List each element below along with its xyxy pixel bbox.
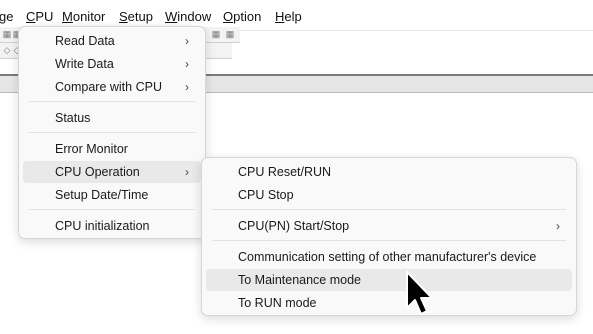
- menu-separator: [29, 132, 195, 133]
- menu-option-rest: ption: [233, 9, 262, 24]
- menu-monitor-mnemonic: M: [62, 9, 73, 24]
- menu-item-label: Communication setting of other manufactu…: [238, 250, 537, 264]
- toolbar-icon[interactable]: ◇: [2, 45, 12, 55]
- chevron-right-icon: ›: [185, 165, 189, 179]
- menu-item-cpu-reset-run[interactable]: CPU Reset/RUN: [206, 161, 572, 183]
- menu-window[interactable]: Window: [165, 9, 211, 24]
- menu-setup-rest: etup: [127, 9, 153, 24]
- mouse-cursor-icon: [406, 271, 433, 315]
- menu-item-label: Setup Date/Time: [55, 188, 149, 202]
- menu-cpu-rest: PU: [35, 9, 54, 24]
- menu-window-rest: indow: [177, 9, 212, 24]
- menu-item-cpu-operation[interactable]: CPU Operation ›: [23, 161, 201, 183]
- menu-item-write-data[interactable]: Write Data ›: [23, 53, 201, 75]
- menu-item-cpu-initialization[interactable]: CPU initialization: [23, 215, 201, 237]
- toolbar-icon[interactable]: ▦: [225, 29, 235, 39]
- menu-item-error-monitor[interactable]: Error Monitor: [23, 138, 201, 160]
- menu-separator: [212, 240, 566, 241]
- menu-item-label: To RUN mode: [238, 296, 317, 310]
- chevron-right-icon: ›: [185, 80, 189, 94]
- menu-item-label: Read Data: [55, 34, 115, 48]
- menu-item-compare-with-cpu[interactable]: Compare with CPU ›: [23, 76, 201, 98]
- menu-item-label: CPU Operation: [55, 165, 140, 179]
- menu-option-mnemonic: O: [223, 9, 234, 24]
- menu-help[interactable]: Help: [275, 9, 302, 24]
- menu-item-label: CPU Stop: [238, 188, 294, 202]
- chevron-right-icon: ›: [185, 57, 189, 71]
- menu-monitor[interactable]: Monitor: [62, 9, 105, 24]
- menu-window-mnemonic: W: [165, 9, 178, 24]
- menu-item-to-maintenance-mode[interactable]: To Maintenance mode: [206, 269, 572, 291]
- menu-item-setup-date-time[interactable]: Setup Date/Time: [23, 184, 201, 206]
- menu-monitor-rest: onitor: [72, 9, 106, 24]
- menu-item-label: To Maintenance mode: [238, 273, 361, 287]
- cpu-menu: Read Data › Write Data › Compare with CP…: [18, 26, 206, 239]
- menu-item-label: CPU(PN) Start/Stop: [238, 219, 350, 233]
- menu-separator: [212, 209, 566, 210]
- cpu-operation-submenu: CPU Reset/RUN CPU Stop CPU(PN) Start/Sto…: [201, 157, 577, 316]
- menu-cpu[interactable]: CPU: [26, 9, 53, 24]
- menu-item-label: Compare with CPU: [55, 80, 162, 94]
- menu-setup[interactable]: Setup: [119, 9, 153, 24]
- chevron-right-icon: ›: [556, 219, 560, 233]
- menu-setup-mnemonic: S: [119, 9, 128, 24]
- menu-item-label: CPU initialization: [55, 219, 150, 233]
- menu-option[interactable]: Option: [223, 9, 261, 24]
- chevron-right-icon: ›: [185, 34, 189, 48]
- menu-separator: [29, 209, 195, 210]
- menu-cpu-mnemonic: C: [26, 9, 36, 24]
- menu-item-cpu-stop[interactable]: CPU Stop: [206, 184, 572, 206]
- menu-partial-label: ge: [0, 9, 14, 24]
- menu-item-label: Status: [55, 111, 91, 125]
- menu-item-to-run-mode[interactable]: To RUN mode: [206, 292, 572, 314]
- menu-partial-item[interactable]: ge: [0, 9, 13, 24]
- menu-item-read-data[interactable]: Read Data ›: [23, 30, 201, 52]
- menu-separator: [29, 101, 195, 102]
- menu-item-status[interactable]: Status: [23, 107, 201, 129]
- menu-item-communication-setting[interactable]: Communication setting of other manufactu…: [206, 246, 572, 268]
- menu-help-rest: elp: [284, 9, 302, 24]
- menu-item-label: CPU Reset/RUN: [238, 165, 332, 179]
- menu-item-label: Error Monitor: [55, 142, 128, 156]
- menu-help-mnemonic: H: [275, 9, 285, 24]
- menu-item-label: Write Data: [55, 57, 114, 71]
- menu-item-cpu-pn-start-stop[interactable]: CPU(PN) Start/Stop ›: [206, 215, 572, 237]
- toolbar-icon[interactable]: ▦: [2, 29, 12, 39]
- toolbar-icon[interactable]: ▦: [211, 29, 221, 39]
